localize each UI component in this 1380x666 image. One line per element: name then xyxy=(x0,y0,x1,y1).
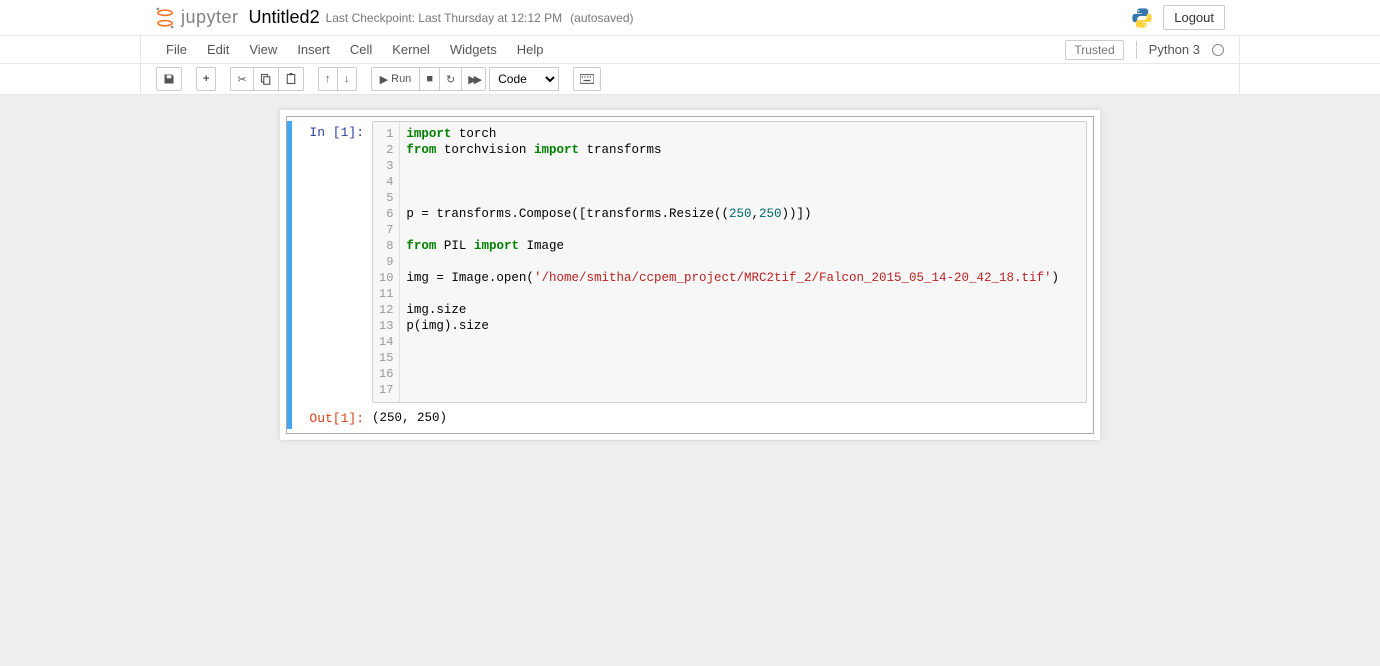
jupyter-logo-icon xyxy=(155,7,175,29)
move-down-button[interactable]: ↓ xyxy=(337,67,357,91)
arrow-up-icon: ↑ xyxy=(325,73,331,85)
notebook-header: jupyter Untitled2 Last Checkpoint: Last … xyxy=(0,0,1380,36)
code-cell[interactable]: In [1]: 1234567891011121314151617 import… xyxy=(286,116,1094,434)
jupyter-brand[interactable]: jupyter xyxy=(155,7,239,29)
paste-button[interactable] xyxy=(278,67,304,91)
save-button[interactable] xyxy=(156,67,182,91)
input-prompt: In [1]: xyxy=(292,121,372,403)
menu-file[interactable]: File xyxy=(156,36,197,63)
notebook-container: In [1]: 1234567891011121314151617 import… xyxy=(280,110,1100,440)
brand-text: jupyter xyxy=(181,7,239,28)
toolbar: + ✂ ↑ ↓ ▶Run ■ ↻ ▶▶ Code xyxy=(0,64,1380,95)
logout-button[interactable]: Logout xyxy=(1163,5,1225,30)
autosave-status: (autosaved) xyxy=(570,11,633,25)
menu-insert[interactable]: Insert xyxy=(287,36,340,63)
python-logo-icon xyxy=(1131,7,1153,29)
menu-cell[interactable]: Cell xyxy=(340,36,382,63)
add-cell-button[interactable]: + xyxy=(196,67,216,91)
separator xyxy=(1136,41,1137,59)
save-icon xyxy=(163,73,175,85)
plus-icon: + xyxy=(203,73,209,85)
scissors-icon: ✂ xyxy=(237,73,246,86)
code-content[interactable]: import torchfrom torchvision import tran… xyxy=(400,122,1086,402)
restart-button[interactable]: ↻ xyxy=(439,67,462,91)
kernel-name[interactable]: Python 3 xyxy=(1149,42,1200,57)
line-gutter: 1234567891011121314151617 xyxy=(373,122,400,402)
copy-icon xyxy=(260,73,272,85)
output-prompt: Out[1]: xyxy=(292,407,372,429)
arrow-down-icon: ↓ xyxy=(344,73,350,85)
interrupt-button[interactable]: ■ xyxy=(419,67,440,91)
menu-view[interactable]: View xyxy=(239,36,287,63)
stop-icon: ■ xyxy=(426,73,433,85)
menu-help[interactable]: Help xyxy=(507,36,554,63)
output-text: (250, 250) xyxy=(372,407,447,429)
command-palette-button[interactable] xyxy=(573,67,601,91)
menubar: FileEditViewInsertCellKernelWidgetsHelp … xyxy=(0,36,1380,64)
kernel-indicator-icon xyxy=(1212,44,1224,56)
notebook-title[interactable]: Untitled2 xyxy=(249,7,320,28)
cell-type-select[interactable]: Code xyxy=(489,67,559,91)
code-editor[interactable]: 1234567891011121314151617 import torchfr… xyxy=(372,121,1087,403)
keyboard-icon xyxy=(580,74,594,84)
cut-button[interactable]: ✂ xyxy=(230,67,253,91)
trusted-badge[interactable]: Trusted xyxy=(1065,40,1123,60)
play-icon: ▶ xyxy=(380,73,388,86)
run-label: Run xyxy=(391,73,411,85)
restart-run-all-button[interactable]: ▶▶ xyxy=(461,67,486,91)
restart-icon: ↻ xyxy=(446,73,455,86)
notebook-page: In [1]: 1234567891011121314151617 import… xyxy=(0,95,1380,666)
checkpoint-status: Last Checkpoint: Last Thursday at 12:12 … xyxy=(326,11,563,25)
fast-forward-icon: ▶▶ xyxy=(468,73,479,86)
menu-edit[interactable]: Edit xyxy=(197,36,239,63)
run-button[interactable]: ▶Run xyxy=(371,67,421,91)
move-up-button[interactable]: ↑ xyxy=(318,67,338,91)
menu-widgets[interactable]: Widgets xyxy=(440,36,507,63)
menu-kernel[interactable]: Kernel xyxy=(382,36,440,63)
paste-icon xyxy=(285,73,297,85)
copy-button[interactable] xyxy=(253,67,279,91)
